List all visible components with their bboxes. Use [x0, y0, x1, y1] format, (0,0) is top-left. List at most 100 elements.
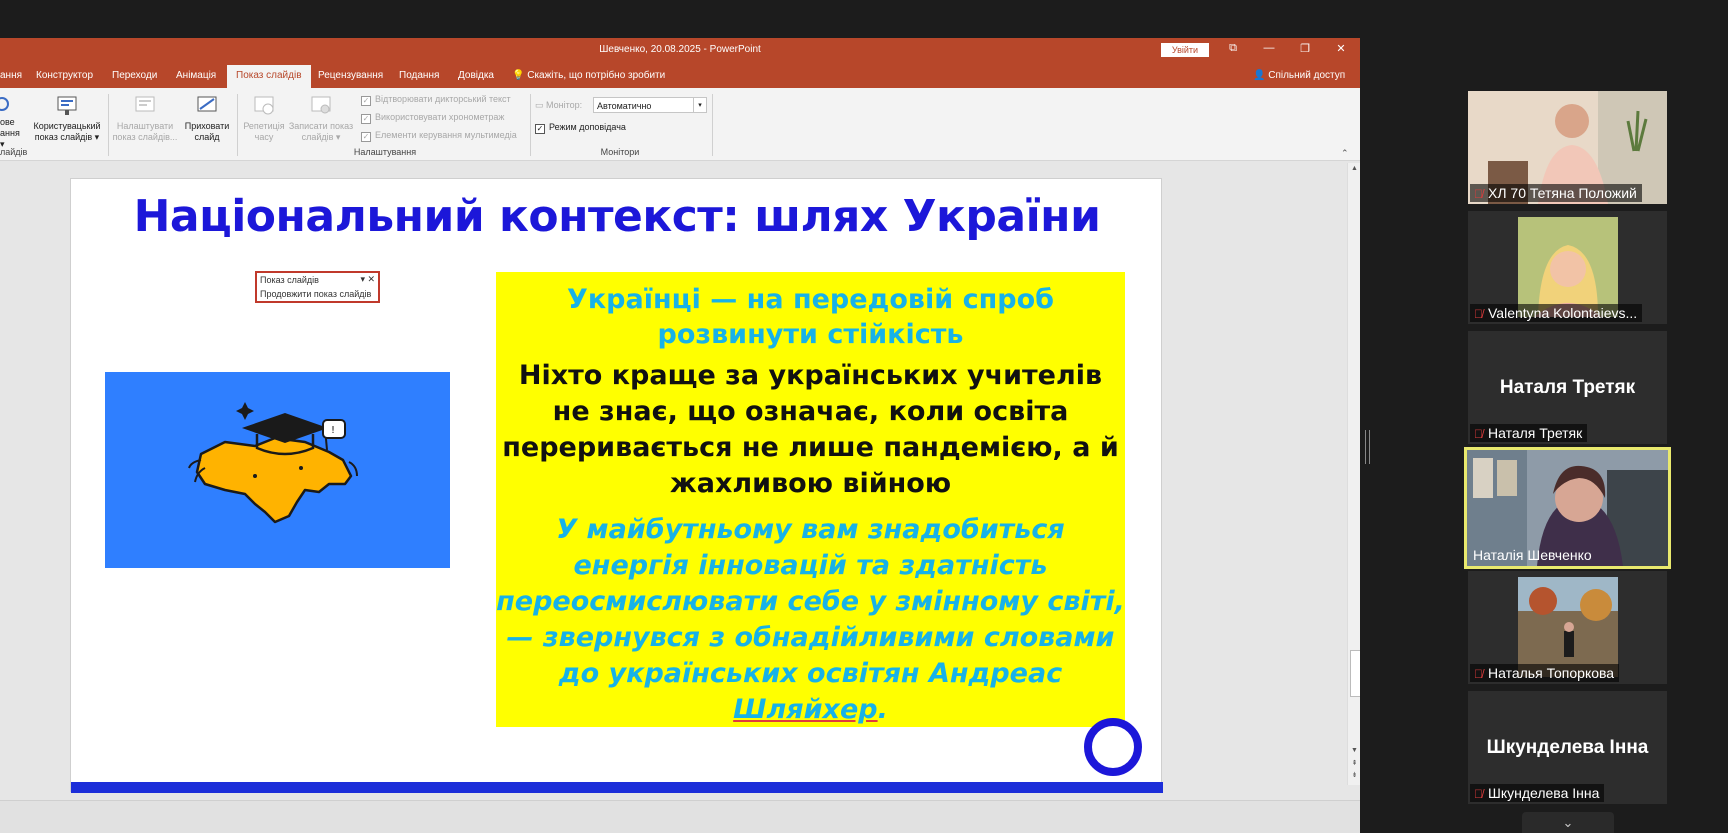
- box-quote-main: У майбутньому вам знадобиться енергія ін…: [496, 514, 1125, 689]
- slide-canvas: Національний контекст: шлях України Пока…: [70, 178, 1163, 793]
- tab-transitions[interactable]: Переходи: [112, 70, 157, 81]
- participant-label: 🎙̸ Наталья Топоркова: [1470, 664, 1620, 682]
- tell-me-text: Скажіть, що потрібно зробити: [527, 70, 666, 81]
- muted-mic-icon: 🎙̸: [1474, 427, 1483, 441]
- meeting-top-bar: [0, 0, 1728, 38]
- collapse-ribbon-icon[interactable]: ⌃: [1341, 148, 1349, 159]
- use-timings-checkbox[interactable]: ✓ Використовувати хронометраж: [361, 112, 504, 124]
- participant-tile[interactable]: Шкунделева Інна 🎙̸ Шкунделева Інна: [1468, 691, 1667, 804]
- close-icon[interactable]: ✕: [1331, 42, 1351, 55]
- popup-title: Показ слайдів: [260, 275, 319, 285]
- rehearse-timings-button[interactable]: Репетиція часу: [242, 94, 286, 143]
- monitor-select[interactable]: Автоматично ▾: [593, 97, 707, 113]
- powerpoint-window: Шевченко, 20.08.2025 - PowerPoint Увійти…: [0, 38, 1360, 833]
- setup-slideshow-button[interactable]: Налаштувати показ слайдів...: [112, 94, 178, 143]
- participant-label: 🎙̸ Шкунделева Інна: [1470, 784, 1605, 802]
- start-slideshow-partial-button[interactable]: ове ання ▾: [0, 94, 26, 150]
- scroll-up-icon[interactable]: ▲: [1348, 165, 1360, 172]
- minimize-icon[interactable]: —: [1259, 42, 1279, 54]
- active-speaker-tile[interactable]: Наталія Шевченко: [1464, 447, 1671, 569]
- share-label: Спільний доступ: [1268, 70, 1346, 81]
- ribbon-tabs: ання Конструктор Переходи Анімація Показ…: [0, 62, 1360, 89]
- group-start-label: лайдів: [0, 147, 28, 157]
- participant-label: 🎙̸ Valentyna Kolontaievs...: [1470, 304, 1643, 322]
- next-slide-icon[interactable]: ⇟: [1348, 771, 1360, 779]
- ukraine-map-illustration: !: [105, 372, 450, 568]
- popup-controls[interactable]: ▾ ✕: [360, 274, 375, 285]
- tab-slideshow[interactable]: Показ слайдів: [227, 65, 311, 89]
- slideshow-toolbar-popup[interactable]: Показ слайдів ▾ ✕ Продовжити показ слайд…: [255, 271, 380, 303]
- setup-icon: [135, 96, 155, 112]
- decorative-ring: [1084, 718, 1142, 776]
- participant-name: Шкунделева Інна: [1488, 785, 1600, 801]
- lightbulb-icon: 💡: [512, 70, 528, 81]
- hide-slide-icon: [197, 96, 217, 112]
- tab-insert[interactable]: ання: [0, 70, 22, 81]
- box-body: Ніхто краще за українських учителів не з…: [502, 360, 1119, 499]
- person-icon: 👤: [1253, 70, 1269, 81]
- participant-name: Наталія Шевченко: [1473, 547, 1592, 563]
- sign-in-button[interactable]: Увійти: [1161, 43, 1209, 57]
- scroll-down-icon[interactable]: ▼: [1348, 747, 1360, 754]
- muted-mic-icon: 🎙̸: [1474, 787, 1483, 801]
- participant-tile[interactable]: 🎙̸ Наталья Топоркова: [1468, 571, 1667, 684]
- start-button-label-2: ання ▾: [0, 128, 20, 149]
- participant-initial-name: Наталя Третяк: [1499, 377, 1636, 398]
- custom-show-label-1: Користувацький: [33, 121, 101, 131]
- tab-help[interactable]: Довідка: [458, 70, 494, 81]
- participant-tile[interactable]: 🎙̸ ХЛ 70 Тетяна Положий: [1468, 91, 1667, 204]
- group-monitors-label: Монітори: [600, 147, 640, 157]
- monitor-icon: ▭: [535, 100, 547, 110]
- title-bar: Шевченко, 20.08.2025 - PowerPoint Увійти…: [0, 38, 1360, 62]
- share-button[interactable]: 👤 Спільний доступ: [1253, 70, 1345, 81]
- custom-slideshow-button[interactable]: Користувацький показ слайдів ▾: [30, 94, 104, 143]
- participant-name: Наталя Третяк: [1488, 425, 1583, 441]
- participant-tile[interactable]: Наталя Третяк 🎙̸ Наталя Третяк: [1468, 331, 1667, 444]
- hide-slide-label-1: Приховати: [184, 121, 230, 131]
- group-setup-label: Налаштування: [353, 147, 417, 157]
- checkbox-box: ✓: [361, 96, 371, 106]
- rehearse-label-1: Репетиція: [243, 121, 285, 131]
- use-timings-label: Використовувати хронометраж: [375, 112, 505, 122]
- ribbon-separator: [712, 94, 713, 156]
- setup-label-1: Налаштувати: [116, 121, 174, 131]
- resume-slideshow-link[interactable]: Продовжити показ слайдів: [260, 289, 371, 299]
- participant-tile[interactable]: 🎙̸ Valentyna Kolontaievs...: [1468, 211, 1667, 324]
- record-slideshow-button[interactable]: Записати показ слайдів ▾: [286, 94, 356, 143]
- play-narrations-checkbox[interactable]: ✓ Відтворювати дикторський текст: [361, 94, 511, 106]
- panel-resize-handle[interactable]: [1365, 430, 1370, 464]
- monitor-select-value: Автоматично: [597, 101, 652, 111]
- ribbon-display-options-icon[interactable]: ⧉: [1223, 42, 1243, 55]
- box-quote-end: .: [877, 694, 888, 725]
- participant-name: ХЛ 70 Тетяна Положий: [1488, 185, 1637, 201]
- ribbon-separator: [108, 94, 109, 156]
- scroll-thumb[interactable]: [1350, 650, 1360, 697]
- record-label-2: слайдів ▾: [301, 132, 341, 142]
- participant-name: Наталья Топоркова: [1488, 665, 1615, 681]
- chevron-down-icon[interactable]: ⌄: [1522, 812, 1614, 833]
- vertical-scrollbar[interactable]: ▲ ▼ ⇞ ⇟: [1347, 163, 1360, 785]
- slideshow-icon: [0, 97, 9, 111]
- participant-label: 🎙̸ ХЛ 70 Тетяна Положий: [1470, 184, 1642, 202]
- custom-show-icon: [57, 96, 77, 115]
- monitor-icon-label: ▭ Монітор:: [535, 100, 582, 111]
- checkbox-box: ✓: [361, 114, 371, 124]
- tab-view[interactable]: Подання: [399, 70, 439, 81]
- media-controls-checkbox[interactable]: ✓ Елементи керування мультимедіа: [361, 130, 517, 142]
- tab-review[interactable]: Рецензування: [318, 70, 383, 81]
- play-narrations-label: Відтворювати дикторський текст: [375, 94, 511, 104]
- participant-name: Valentyna Kolontaievs...: [1488, 305, 1638, 321]
- tab-design[interactable]: Конструктор: [36, 70, 93, 81]
- participant-label: Наталія Шевченко: [1469, 546, 1597, 564]
- previous-slide-icon[interactable]: ⇞: [1348, 759, 1360, 767]
- presenter-view-checkbox[interactable]: ✓ Режим доповідача: [535, 122, 626, 134]
- hide-slide-button[interactable]: Приховати слайд: [180, 94, 234, 143]
- rehearse-icon: [254, 96, 274, 115]
- status-bar: [0, 800, 1360, 833]
- checkbox-box: ✓: [361, 132, 371, 142]
- ribbon-separator: [237, 94, 238, 156]
- tab-animations[interactable]: Анімація: [176, 70, 216, 81]
- restore-icon[interactable]: ❐: [1295, 42, 1315, 55]
- chevron-down-icon: ▾: [693, 98, 706, 112]
- tell-me-box[interactable]: 💡 Скажіть, що потрібно зробити: [512, 70, 665, 81]
